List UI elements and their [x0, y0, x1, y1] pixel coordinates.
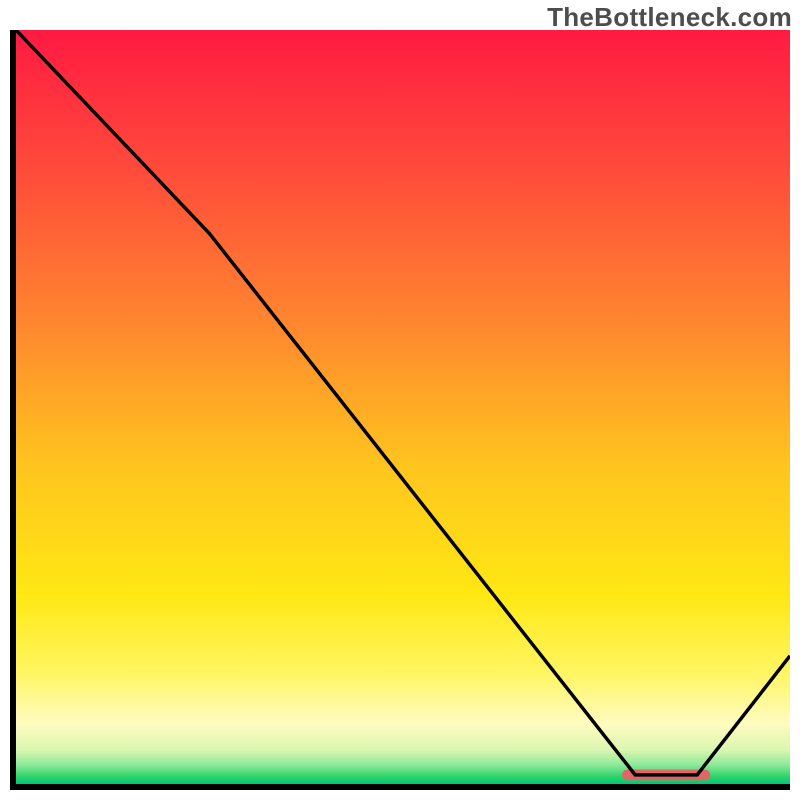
chart-svg [16, 30, 790, 784]
gradient-background [16, 30, 790, 784]
plot-axes [10, 30, 790, 790]
plot-area [16, 30, 790, 784]
watermark-label: TheBottleneck.com [547, 2, 792, 33]
chart-container: TheBottleneck.com [0, 0, 800, 800]
